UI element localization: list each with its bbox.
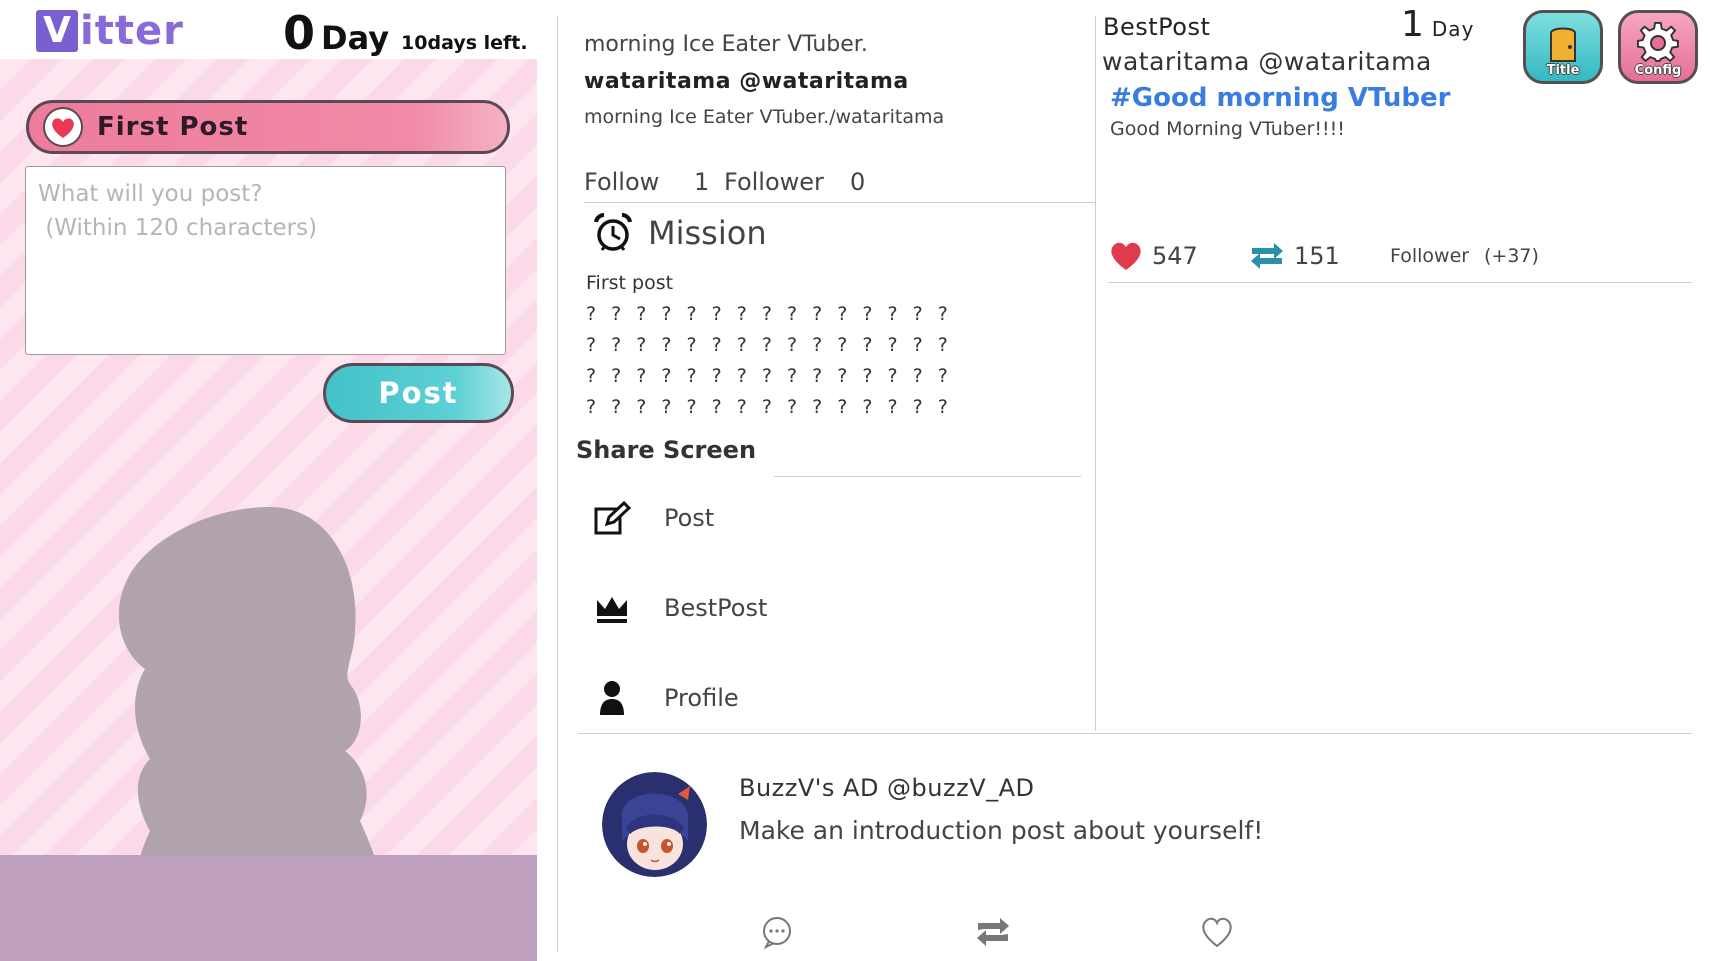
share-bestpost-label: BestPost [664,594,768,622]
follower-label: Follower [724,168,824,196]
title-button[interactable]: Title [1523,10,1603,84]
app-logo: V itter [36,6,184,56]
bestpost-follower-gain: (+37) [1484,245,1539,267]
day-counter: 0 Day 10days left. [283,6,528,60]
repost-count: 151 [1294,242,1340,270]
post-button[interactable]: Post [323,363,514,423]
crown-icon [592,588,632,628]
divider-left [557,16,558,952]
alarm-clock-icon [594,212,632,251]
ad-avatar [602,772,707,877]
mission-item: ? ? ? ? ? ? ? ? ? ? ? ? ? ? ? [586,303,953,325]
post-text-input[interactable] [25,166,506,355]
config-button-label: Config [1634,63,1682,78]
days-left: 10days left. [401,32,528,54]
bestpost-hashtag[interactable]: #Good morning VTuber [1110,83,1450,113]
profile-bio: morning Ice Eater VTuber./wataritama [584,106,945,128]
share-profile-button[interactable]: Profile [592,670,739,726]
profile-name-handle: wataritama @wataritama [584,69,909,94]
mission-banner-label: First Post [97,112,249,142]
profile-bio-top: morning Ice Eater VTuber. [584,32,868,57]
bestpost-stats: 547 151 Follower (+37) [1108,240,1692,272]
gear-icon [1637,21,1679,63]
share-screen-heading: Share Screen [576,436,757,464]
bestpost-text: Good Morning VTuber!!!! [1110,118,1345,140]
divider-follow [584,202,1095,203]
ad-text: Make an introduction post about yourself… [739,816,1264,845]
logo-text: itter [80,8,184,54]
mission-item: ? ? ? ? ? ? ? ? ? ? ? ? ? ? ? [586,334,953,356]
bestpost-day-word: Day [1431,17,1475,41]
bestpost-follower-label: Follower [1390,245,1470,267]
repost-icon[interactable] [972,914,1014,950]
left-bottom-band [0,855,537,961]
bestpost-author: wataritama @wataritama [1102,47,1432,76]
divider-middle [1095,16,1096,731]
share-profile-label: Profile [664,684,739,712]
mission-list: First post ? ? ? ? ? ? ? ? ? ? ? ? ? ? ?… [586,268,952,423]
current-mission-banner: First Post [26,100,510,154]
person-icon [592,678,632,718]
title-button-label: Title [1546,63,1580,78]
like-count: 547 [1152,242,1198,270]
day-number: 0 [283,6,316,60]
share-post-label: Post [664,504,715,532]
follow-count: 1 [694,168,710,196]
bestpost-day-number: 1 [1401,4,1424,45]
mission-item: First post [586,272,674,294]
comment-icon[interactable] [759,914,795,950]
divider-ad [578,733,1692,734]
mission-item: ? ? ? ? ? ? ? ? ? ? ? ? ? ? ? [586,365,953,387]
edit-icon [592,498,632,538]
ad-author: BuzzV's AD @buzzV_AD [739,774,1035,802]
divider-share [774,476,1081,477]
bestpost-day: 1 Day [1401,4,1474,45]
config-button[interactable]: Config [1618,10,1698,84]
logo-letter: V [36,10,78,52]
divider-best-stats [1108,282,1692,283]
like-outline-icon[interactable] [1199,914,1235,950]
repost-icon [1251,243,1283,269]
heart-icon [43,107,83,147]
day-word: Day [321,19,390,57]
mission-title: Mission [648,214,767,252]
follow-label: Follow [584,168,660,196]
follow-stats: Follow 1 Follower 0 [584,168,865,196]
share-post-button[interactable]: Post [592,490,714,546]
bestpost-title: BestPost [1103,13,1211,41]
door-icon [1550,27,1576,62]
mission-item: ? ? ? ? ? ? ? ? ? ? ? ? ? ? ? [586,396,953,418]
mission-heading: Mission [592,212,767,254]
heart-icon [1111,242,1141,270]
share-bestpost-button[interactable]: BestPost [592,580,767,636]
follower-count: 0 [850,168,866,196]
